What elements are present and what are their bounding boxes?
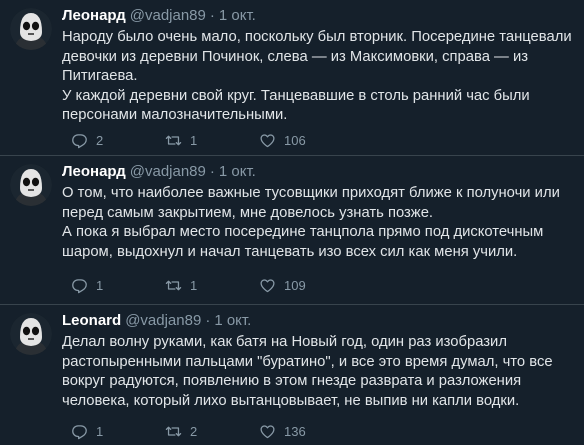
like-button[interactable]: 109 xyxy=(259,277,353,294)
like-count: 106 xyxy=(284,133,306,148)
separator-dot: · xyxy=(209,163,215,180)
like-count: 109 xyxy=(284,278,306,293)
tweet-paragraph: А пока я выбрал место посередине танцпол… xyxy=(62,224,544,260)
tweet-paragraph: О том, что наиболее важные тусовщики при… xyxy=(62,185,560,221)
tweet-actions: 1 1 109 xyxy=(71,277,353,294)
heart-icon xyxy=(260,425,275,439)
heart-icon xyxy=(260,134,275,148)
author-name[interactable]: Леонард xyxy=(62,163,126,180)
tweet-header: Леонард @vadjan89 · 1 окт. xyxy=(62,162,576,182)
author-name[interactable]: Leonard xyxy=(62,312,121,329)
reply-button[interactable]: 1 xyxy=(71,423,165,440)
avatar-mask-icon xyxy=(10,8,52,50)
separator-dot: · xyxy=(205,312,211,329)
reply-icon xyxy=(72,134,87,149)
reply-count: 2 xyxy=(96,133,104,148)
reply-button[interactable]: 1 xyxy=(71,277,165,294)
author-handle[interactable]: @vadjan89 xyxy=(125,312,201,329)
retweet-count: 1 xyxy=(190,133,198,148)
like-button[interactable]: 106 xyxy=(259,132,353,149)
like-button[interactable]: 136 xyxy=(259,423,353,440)
author-handle[interactable]: @vadjan89 xyxy=(130,163,206,180)
retweet-icon xyxy=(165,426,182,437)
like-count: 136 xyxy=(284,424,306,439)
avatar[interactable] xyxy=(10,8,52,50)
tweet-text: О том, что наиболее важные тусовщики при… xyxy=(62,184,576,262)
reply-icon xyxy=(72,279,87,294)
author-handle[interactable]: @vadjan89 xyxy=(130,7,206,24)
heart-icon xyxy=(260,279,275,293)
retweet-button[interactable]: 1 xyxy=(165,132,259,149)
tweet-actions: 1 2 136 xyxy=(71,423,353,440)
tweet-header: Леонард @vadjan89 · 1 окт. xyxy=(62,6,576,26)
tweet[interactable]: Leonard @vadjan89 · 1 окт. Делал волну рука… xyxy=(0,305,584,445)
tweet-paragraph: У каждой деревни свой круг. Танцевавшие … xyxy=(62,87,530,124)
retweet-button[interactable]: 2 xyxy=(165,423,259,440)
tweet-paragraph: Делал волну руками, как батя на Новый го… xyxy=(62,334,553,409)
tweet-date[interactable]: 1 окт. xyxy=(219,7,256,24)
reply-icon xyxy=(72,425,87,440)
avatar[interactable] xyxy=(10,164,52,206)
author-name[interactable]: Леонард xyxy=(62,7,126,24)
tweet-date[interactable]: 1 окт. xyxy=(219,163,256,180)
tweet[interactable]: Леонард @vadjan89 · 1 окт. О том, что наибо… xyxy=(0,156,584,305)
retweet-icon xyxy=(165,135,182,146)
avatar-mask-icon xyxy=(10,164,52,206)
retweet-count: 2 xyxy=(190,424,198,439)
reply-button[interactable]: 2 xyxy=(71,132,165,149)
retweet-icon xyxy=(165,280,182,291)
retweet-button[interactable]: 1 xyxy=(165,277,259,294)
tweet-date[interactable]: 1 окт. xyxy=(214,312,251,329)
tweet-text: Делал волну руками, как батя на Новый го… xyxy=(62,333,576,411)
reply-count: 1 xyxy=(96,278,104,293)
tweet-paragraph: Народу было очень мало, поскольку был вт… xyxy=(62,29,572,84)
retweet-count: 1 xyxy=(190,278,198,293)
tweet-header: Leonard @vadjan89 · 1 окт. xyxy=(62,311,576,331)
avatar[interactable] xyxy=(10,313,52,355)
tweet-text: Народу было очень мало, поскольку был вт… xyxy=(62,28,576,126)
tweet-actions: 2 1 106 xyxy=(71,132,353,149)
separator-dot: · xyxy=(209,7,215,24)
tweet[interactable]: Леонард @vadjan89 · 1 окт. Народу было очен… xyxy=(0,0,584,156)
avatar-mask-icon xyxy=(10,313,52,355)
reply-count: 1 xyxy=(96,424,104,439)
